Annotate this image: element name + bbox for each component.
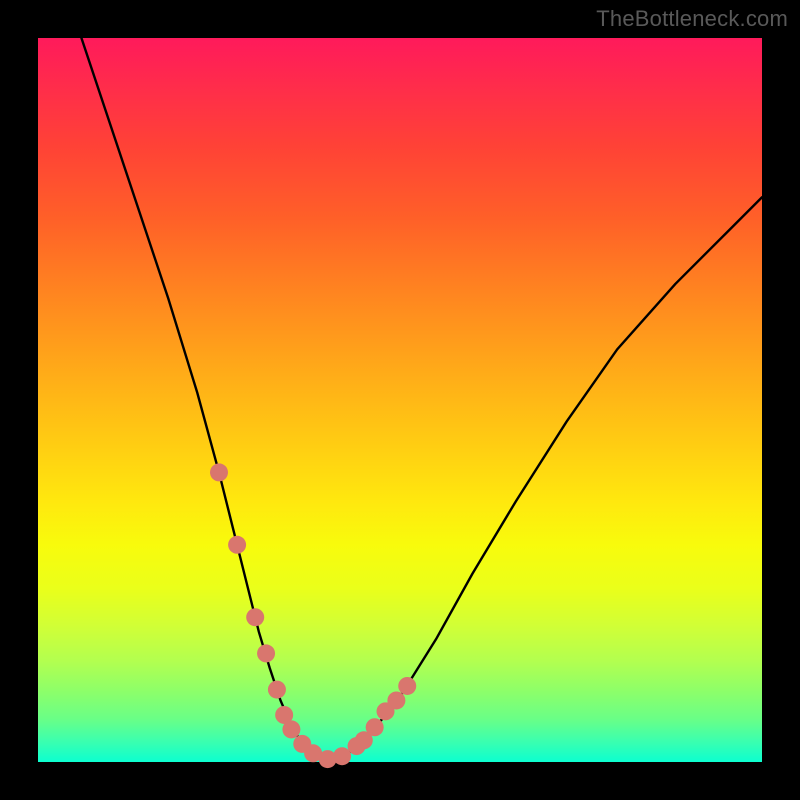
bottleneck-curve <box>81 38 762 760</box>
marker-point <box>257 644 275 662</box>
chart-frame: TheBottleneck.com <box>0 0 800 800</box>
marker-point <box>228 536 246 554</box>
marker-point <box>246 608 264 626</box>
watermark-text: TheBottleneck.com <box>596 6 788 32</box>
marker-point <box>210 463 228 481</box>
marker-point <box>268 681 286 699</box>
curve-layer <box>38 38 762 762</box>
plot-area <box>38 38 762 762</box>
marker-point <box>282 720 300 738</box>
marker-group <box>210 463 416 768</box>
marker-point <box>366 718 384 736</box>
marker-point <box>333 747 351 765</box>
marker-point <box>387 691 405 709</box>
marker-point <box>398 677 416 695</box>
